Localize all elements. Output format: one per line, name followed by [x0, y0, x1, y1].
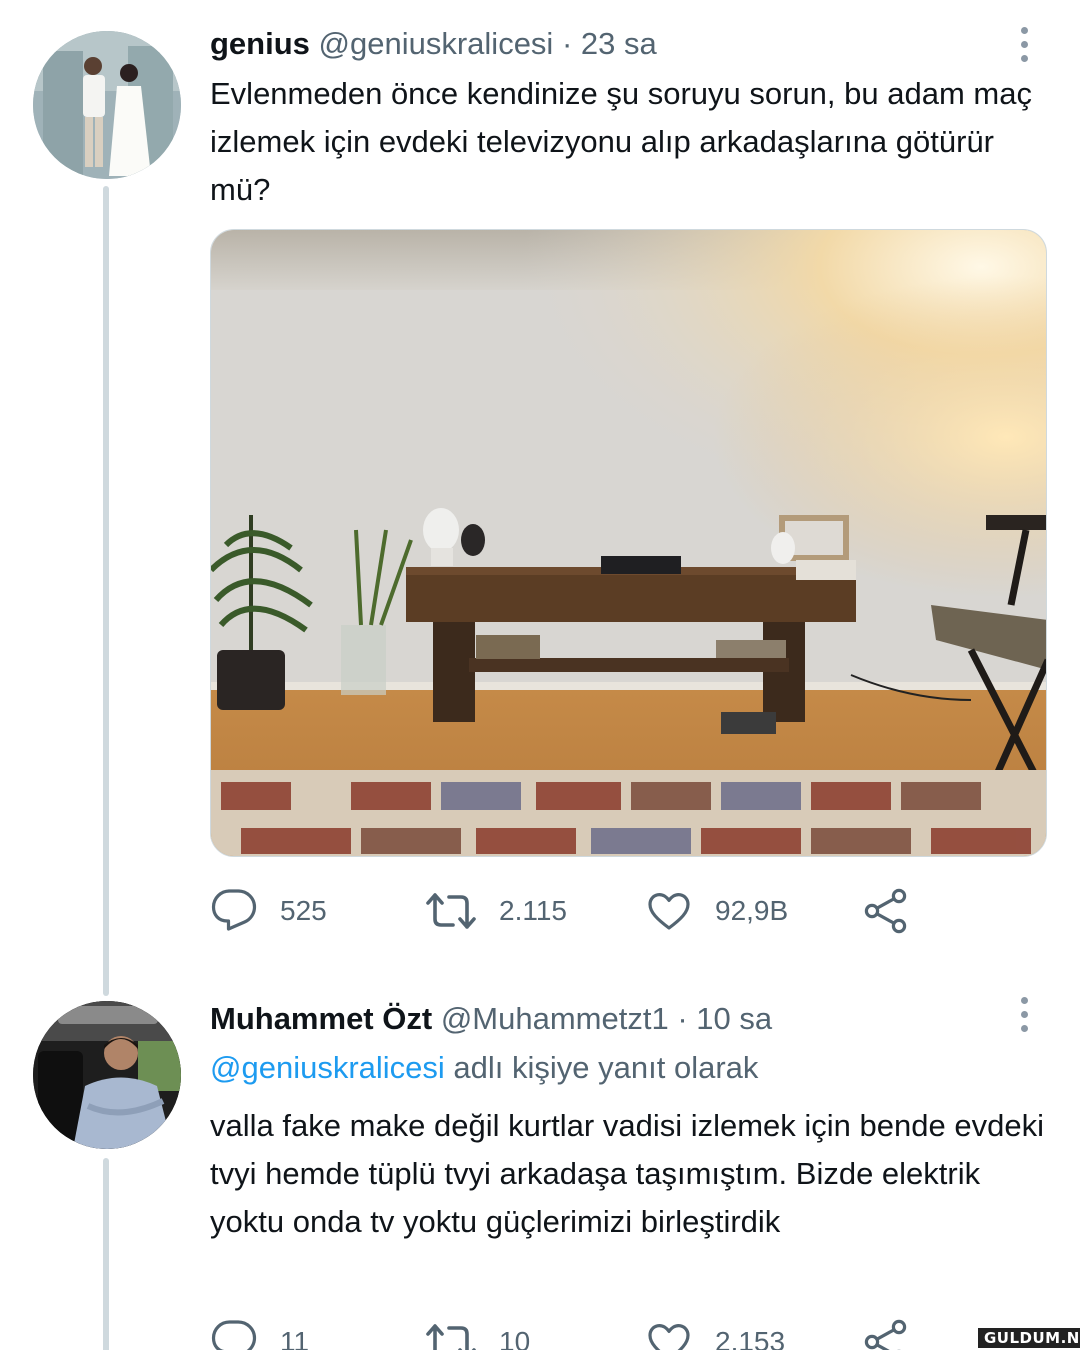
thread-line [103, 186, 109, 996]
thread-line [103, 1158, 109, 1350]
tweet-header: Muhammet Özt @Muhammetzt1 · 10 sa [210, 1001, 772, 1037]
more-icon[interactable] [1013, 997, 1035, 1032]
avatar[interactable] [33, 31, 181, 179]
retweet-count: 10 [499, 1326, 531, 1350]
timestamp[interactable]: · 10 sa [677, 1001, 772, 1036]
like-button[interactable]: 92,9B [645, 887, 788, 935]
like-count: 2.153 [715, 1326, 786, 1350]
retweet-count: 2.115 [499, 895, 567, 926]
share-button[interactable] [862, 1318, 910, 1350]
user-handle[interactable]: @Muhammetzt1 [441, 1001, 669, 1036]
tweet-actions: 525 2.115 92,9B [210, 887, 930, 937]
reply-context: @geniuskralicesi adlı kişiye yanıt olara… [210, 1050, 758, 1086]
reply-context-label: adlı kişiye yanıt olarak [444, 1050, 759, 1085]
like-count: 92,9B [715, 895, 789, 926]
reply-icon [211, 1320, 257, 1350]
heart-icon [648, 893, 690, 930]
like-button[interactable]: 2.153 [645, 1318, 785, 1350]
share-icon [864, 888, 907, 934]
tweet-actions: 11 10 2.153 [210, 1318, 930, 1350]
reply-count: 525 [280, 895, 327, 926]
retweet-button[interactable]: 2.115 [425, 887, 567, 935]
tweet-text: Evlenmeden önce kendinize şu soruyu soru… [210, 76, 1032, 207]
tweet-text: valla fake make değil kurtlar vadisi izl… [210, 1108, 1044, 1239]
display-name[interactable]: genius [210, 26, 310, 61]
reply-mention-link[interactable]: @geniuskralicesi [210, 1050, 445, 1085]
reply-icon [211, 889, 257, 931]
share-button[interactable] [862, 887, 910, 935]
user-handle[interactable]: @geniuskralicesi [319, 26, 554, 61]
avatar[interactable] [33, 1001, 181, 1149]
timestamp[interactable]: · 23 sa [562, 26, 657, 61]
heart-icon [648, 1324, 690, 1350]
reply-count: 11 [280, 1326, 310, 1350]
display-name[interactable]: Muhammet Özt [210, 1001, 432, 1036]
retweet-button[interactable]: 10 [425, 1318, 530, 1350]
reply-button[interactable]: 11 [210, 1318, 309, 1350]
more-icon[interactable] [1013, 27, 1035, 62]
reply-button[interactable]: 525 [210, 887, 327, 935]
retweet-icon [426, 1324, 476, 1350]
tweet-header: genius @geniuskralicesi · 23 sa [210, 26, 657, 62]
watermark: GULDUM.NET [978, 1328, 1080, 1348]
share-icon [864, 1319, 907, 1350]
tweet-photo[interactable] [210, 229, 1047, 857]
retweet-icon [426, 893, 476, 929]
